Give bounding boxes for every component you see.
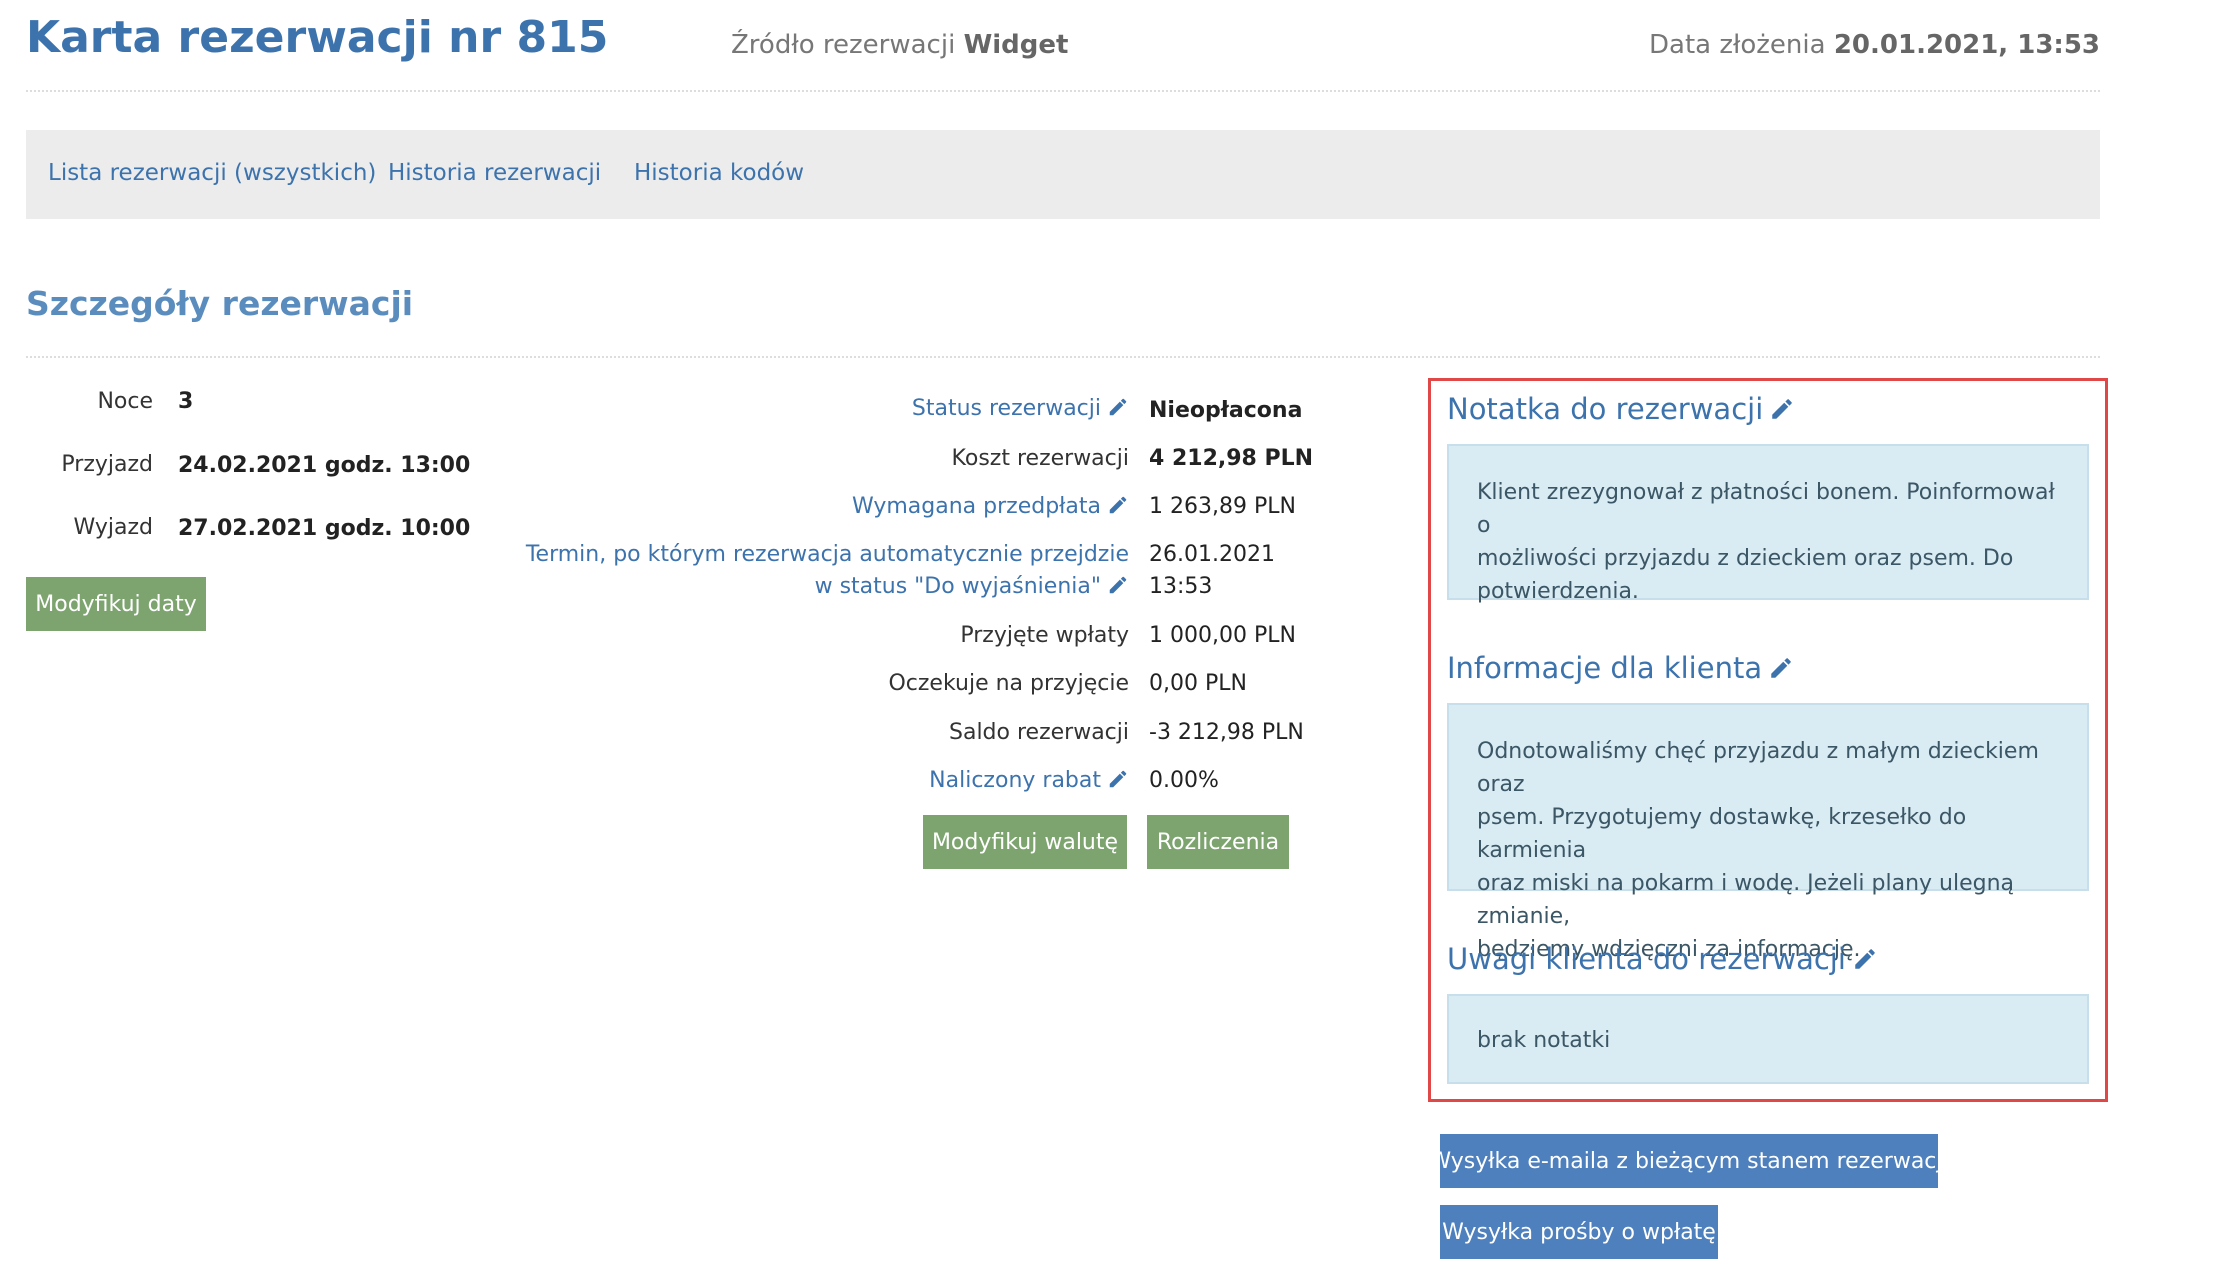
submission-date: Data złożenia 20.01.2021, 13:53 [1649,30,2100,60]
client-remarks-box: brak notatki [1447,994,2089,1084]
prepayment-label: Wymagana przedpłata [851,494,1101,519]
deadline-link-line1[interactable]: Termin, po którym rezerwacja automatyczn… [526,542,1129,567]
received-value: 1 000,00 PLN [1149,623,1296,648]
departure-value: 27.02.2021 godz. 10:00 [178,516,471,541]
arrival-label: Przyjazd [61,452,153,477]
reservation-source: Źródło rezerwacji Widget [731,30,1068,60]
deadline-time: 13:53 [1149,574,1213,599]
reservation-nav: Lista rezerwacji (wszystkich) Historia r… [26,130,2100,219]
reservation-note-title[interactable]: Notatka do rezerwacji [1447,392,1795,426]
status-value: Nieopłacona [1149,398,1303,423]
nav-code-history[interactable]: Historia kodów [634,160,804,186]
deadline-date: 26.01.2021 [1149,542,1275,567]
discount-value: 0.00% [1149,768,1219,793]
client-remarks-value: brak notatki [1477,1028,1611,1053]
client-remarks-title[interactable]: Uwagi klienta do rezerwacji [1447,942,1878,976]
nights-value: 3 [178,389,194,414]
balance-value: -3 212,98 PLN [1149,720,1304,745]
discount-label: Naliczony rabat [929,768,1101,793]
section-divider [26,356,2100,358]
source-value: Widget [963,30,1069,60]
pencil-icon [1771,658,1791,678]
source-label: Źródło rezerwacji [731,30,956,60]
status-link[interactable]: Status rezerwacji [912,396,1129,421]
prepayment-value: 1 263,89 PLN [1149,494,1296,519]
balance-label: Saldo rezerwacji [949,720,1129,745]
pending-value: 0,00 PLN [1149,671,1247,696]
cost-label: Koszt rezerwacji [951,446,1129,471]
modify-dates-button[interactable]: Modyfikuj daty [26,577,206,631]
client-info-line: psem. Przygotujemy dostawkę, krzesełko d… [1477,805,1967,863]
client-remarks-title-text: Uwagi klienta do rezerwacji [1447,942,1846,976]
pencil-icon [1109,576,1127,594]
arrival-value: 24.02.2021 godz. 13:00 [178,453,471,478]
client-info-title-text: Informacje dla klienta [1447,651,1763,685]
settlements-button[interactable]: Rozliczenia [1147,815,1289,869]
nav-reservation-history[interactable]: Historia rezerwacji [388,160,601,186]
date-label: Data złożenia [1648,30,1826,60]
status-label: Status rezerwacji [911,396,1101,421]
pencil-icon [1109,496,1127,514]
deadline-label-line2: w status "Do wyjaśnienia" [814,574,1101,599]
pencil-icon [1772,399,1793,419]
prepayment-link[interactable]: Wymagana przedpłata [852,494,1129,519]
deadline-link-line2[interactable]: w status "Do wyjaśnienia" [815,574,1129,599]
nav-reservation-list[interactable]: Lista rezerwacji (wszystkich) [48,160,376,186]
reservation-note-line: Klient zrezygnował z płatności bonem. Po… [1477,480,2055,538]
nights-label: Noce [97,389,153,414]
client-info-box: Odnotowaliśmy chęć przyjazdu z małym dzi… [1447,703,2089,962]
client-info-title[interactable]: Informacje dla klienta [1447,651,1794,685]
pencil-icon [1109,770,1127,788]
send-status-email-button[interactable]: Wysyłka e-maila z bieżącym stanem rezerw… [1429,1134,1949,1188]
cost-value: 4 212,98 PLN [1149,446,1314,471]
client-info-line: Odnotowaliśmy chęć przyjazdu z małym dzi… [1477,739,2039,797]
send-payment-request-button[interactable]: Wysyłka prośby o wpłatę [1440,1205,1718,1259]
pencil-icon [1855,949,1875,969]
reservation-note-title-text: Notatka do rezerwacji [1447,392,1764,426]
modify-currency-button[interactable]: Modyfikuj walutę [923,815,1127,869]
reservation-note-line: możliwości przyjazdu z dzieckiem oraz ps… [1477,546,2014,571]
reservation-note-box: Klient zrezygnował z płatności bonem. Po… [1447,444,2089,604]
received-label: Przyjęte wpłaty [960,623,1129,648]
reservation-note-line: potwierdzenia. [1477,579,1639,604]
pencil-icon [1109,398,1127,416]
section-title: Szczegóły rezerwacji [26,284,414,323]
departure-label: Wyjazd [73,515,154,540]
client-info-line: oraz miski na pokarm i wodę. Jeżeli plan… [1477,871,2015,929]
discount-link[interactable]: Naliczony rabat [929,768,1129,793]
pending-label: Oczekuje na przyjęcie [888,671,1129,696]
date-value: 20.01.2021, 13:53 [1833,30,2100,60]
page-title: Karta rezerwacji nr 815 [26,12,609,63]
page-header: Karta rezerwacji nr 815 Źródło rezerwacj… [26,0,2100,92]
